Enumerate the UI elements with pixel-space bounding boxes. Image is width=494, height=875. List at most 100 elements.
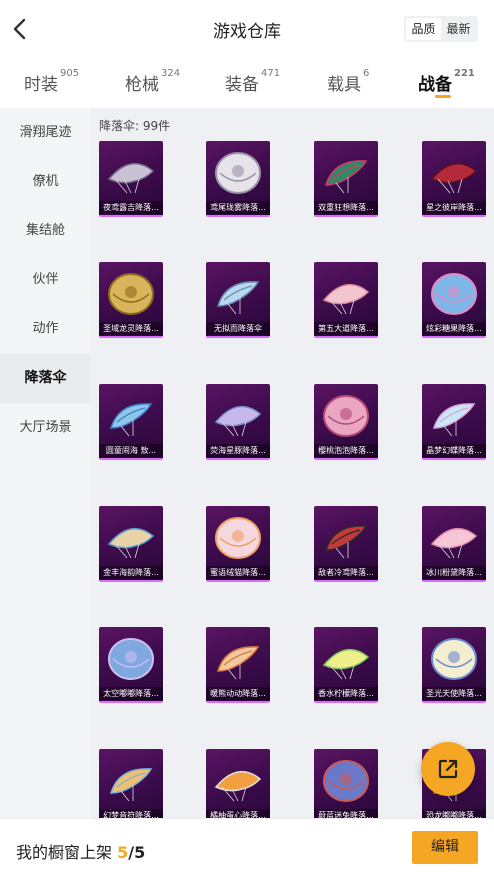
parachute-card[interactable]: 敌者冷鸢降落... bbox=[314, 506, 378, 582]
parachute-card[interactable]: 冰川粉黛降落... bbox=[422, 506, 486, 582]
parachute-card[interactable]: 荧海星豚降落... bbox=[206, 384, 270, 460]
parachute-name: 恐龙嘟嘟降落... bbox=[422, 809, 486, 818]
parachute-cat-icon bbox=[215, 517, 261, 559]
parachute-card[interactable]: 圣光天使降落... bbox=[422, 627, 486, 703]
tab-count: 6 bbox=[363, 68, 370, 79]
parachute-cherry-icon bbox=[323, 395, 369, 437]
parachute-blue-wave-icon bbox=[109, 403, 153, 437]
tab-label: 时装 bbox=[24, 75, 58, 95]
parachute-name: 暖熊动动降落... bbox=[206, 687, 270, 700]
parachute-name: 橘柚蛋心降落... bbox=[206, 809, 270, 818]
tab-tactical[interactable]: 战备221 bbox=[418, 68, 475, 95]
item-grid: 降落伞: 99件 夜鸢露吉降落... 鸢尾珑雾降落... 双重狂想降落... 星之彼岸… bbox=[91, 108, 494, 818]
parachute-name: 炫彩糖果降落... bbox=[422, 322, 486, 335]
parachute-rabbit-icon bbox=[323, 760, 369, 802]
parachute-name: 圣光天使降落... bbox=[422, 687, 486, 700]
parachute-name: 圆童闹海 敖... bbox=[99, 444, 163, 457]
parachute-name: 樱桃泡泡降落... bbox=[314, 444, 378, 457]
parachute-red-black-icon bbox=[324, 525, 368, 559]
sort-by-newest-button[interactable]: 最新 bbox=[441, 18, 476, 40]
showcase-label: 我的橱窗上架 bbox=[16, 843, 118, 862]
parachute-card[interactable]: 橘柚蛋心降落... bbox=[206, 749, 270, 818]
bottom-bar: 我的橱窗上架 5/5 编辑 bbox=[0, 818, 494, 875]
parachute-card[interactable]: 第五大道降落... bbox=[314, 262, 378, 338]
parachute-space-icon bbox=[108, 638, 154, 680]
parachute-card[interactable]: 太空嘟嘟降落... bbox=[99, 627, 163, 703]
parachute-name: 荧海星豚降落... bbox=[206, 444, 270, 457]
tab-label: 枪械 bbox=[125, 75, 159, 95]
parachute-card[interactable]: 香水柠檬降落... bbox=[314, 627, 378, 703]
sidebar-item-partner[interactable]: 伙伴 bbox=[0, 255, 91, 304]
parachute-name: 无拟而降落伞 bbox=[206, 322, 270, 335]
parachute-card[interactable]: 晶梦幻蝶降落... bbox=[422, 384, 486, 460]
parachute-orange-icon bbox=[214, 770, 262, 802]
parachute-name: 鸢尾珑雾降落... bbox=[206, 201, 270, 214]
parachute-jellyfish-icon bbox=[216, 281, 260, 315]
parachute-card[interactable]: 双重狂想降落... bbox=[314, 141, 378, 217]
parachute-card[interactable]: 夜鸢露吉降落... bbox=[99, 141, 163, 217]
parachute-card[interactable]: 星之彼岸降落... bbox=[422, 141, 486, 217]
parachute-card[interactable]: 炫彩糖果降落... bbox=[422, 262, 486, 338]
sidebar-item-emote[interactable]: 动作 bbox=[0, 304, 91, 353]
parachute-card[interactable]: 金丰海韵降落... bbox=[99, 506, 163, 582]
sidebar-item-glide-trail[interactable]: 滑翔尾迹 bbox=[0, 108, 91, 157]
parachute-name: 星之彼岸降落... bbox=[422, 201, 486, 214]
sidebar-item-wingman[interactable]: 僚机 bbox=[0, 157, 91, 206]
edit-button[interactable]: 编辑 bbox=[412, 831, 478, 864]
parachute-card[interactable]: 无拟而降落伞 bbox=[206, 262, 270, 338]
parachute-butterfly-icon bbox=[432, 403, 476, 437]
parachute-name: 圣域龙灵降落... bbox=[99, 322, 163, 335]
sidebar-item-assembly-pod[interactable]: 集结舱 bbox=[0, 206, 91, 255]
showcase-status: 我的橱窗上架 5/5 bbox=[16, 839, 145, 863]
parachute-music-icon bbox=[109, 768, 153, 802]
parachute-candy-icon bbox=[431, 273, 477, 315]
tab-fashion[interactable]: 时装905 bbox=[24, 68, 79, 95]
sort-by-quality-button[interactable]: 品质 bbox=[406, 18, 441, 40]
share-button[interactable] bbox=[421, 742, 475, 796]
tab-vehicles[interactable]: 载具6 bbox=[327, 68, 370, 95]
tab-weapons[interactable]: 枪械324 bbox=[125, 68, 180, 95]
parachute-name: 幻梦音符降落... bbox=[99, 809, 163, 818]
parachute-angel-icon bbox=[431, 638, 477, 680]
parachute-pink-dome-icon bbox=[430, 527, 478, 559]
parachute-card[interactable]: 圣域龙灵降落... bbox=[99, 262, 163, 338]
active-tab-indicator bbox=[435, 95, 451, 98]
parachute-name: 蜜语绒猫降落... bbox=[206, 566, 270, 579]
tab-count: 471 bbox=[261, 68, 281, 79]
parachute-card[interactable]: 鸢尾珑雾降落... bbox=[206, 141, 270, 217]
parachute-shell-icon bbox=[107, 527, 155, 559]
tab-equipment[interactable]: 装备471 bbox=[225, 68, 281, 95]
parachute-dolphin-icon bbox=[214, 405, 262, 437]
parachute-gold-dragon-icon bbox=[108, 273, 154, 315]
parachute-card[interactable]: 幻梦音符降落... bbox=[99, 749, 163, 818]
parachute-card[interactable]: 蜜语绒猫降落... bbox=[206, 506, 270, 582]
category-tabs: 时装905 枪械324 装备471 载具6 战备221 bbox=[0, 58, 494, 108]
sidebar-item-parachute[interactable]: 降落伞 bbox=[0, 354, 91, 403]
parachute-name: 敌者冷鸢降落... bbox=[314, 566, 378, 579]
tab-label: 战备 bbox=[418, 75, 452, 95]
parachute-card[interactable]: 蔚蓝迷兔降落... bbox=[314, 749, 378, 818]
tab-count: 221 bbox=[454, 68, 475, 79]
parachute-name: 夜鸢露吉降落... bbox=[99, 201, 163, 214]
sidebar-item-lobby-scene[interactable]: 大厅场景 bbox=[0, 403, 91, 452]
parachute-name: 双重狂想降落... bbox=[314, 201, 378, 214]
showcase-total: 5 bbox=[134, 843, 146, 862]
parachute-card[interactable]: 暖熊动动降落... bbox=[206, 627, 270, 703]
parachute-name: 蔚蓝迷兔降落... bbox=[314, 809, 378, 818]
parachute-dark-feather-icon bbox=[107, 162, 155, 194]
parachute-red-floral-icon bbox=[430, 162, 478, 194]
parachute-pink-round-icon bbox=[322, 283, 370, 315]
parachute-red-panda-icon bbox=[216, 646, 260, 680]
showcase-count: 5 bbox=[117, 843, 129, 862]
parachute-lemon-icon bbox=[322, 648, 370, 680]
parachute-jester-icon bbox=[324, 160, 368, 194]
external-link-icon bbox=[438, 759, 458, 779]
parachute-card[interactable]: 樱桃泡泡降落... bbox=[314, 384, 378, 460]
parachute-white-wing-icon bbox=[215, 152, 261, 194]
sidebar: 滑翔尾迹 僚机 集结舱 伙伴 动作 降落伞 大厅场景 bbox=[0, 108, 91, 818]
parachute-name: 金丰海韵降落... bbox=[99, 566, 163, 579]
tab-label: 载具 bbox=[327, 75, 361, 95]
parachute-name: 太空嘟嘟降落... bbox=[99, 687, 163, 700]
parachute-name: 冰川粉黛降落... bbox=[422, 566, 486, 579]
parachute-card[interactable]: 圆童闹海 敖... bbox=[99, 384, 163, 460]
